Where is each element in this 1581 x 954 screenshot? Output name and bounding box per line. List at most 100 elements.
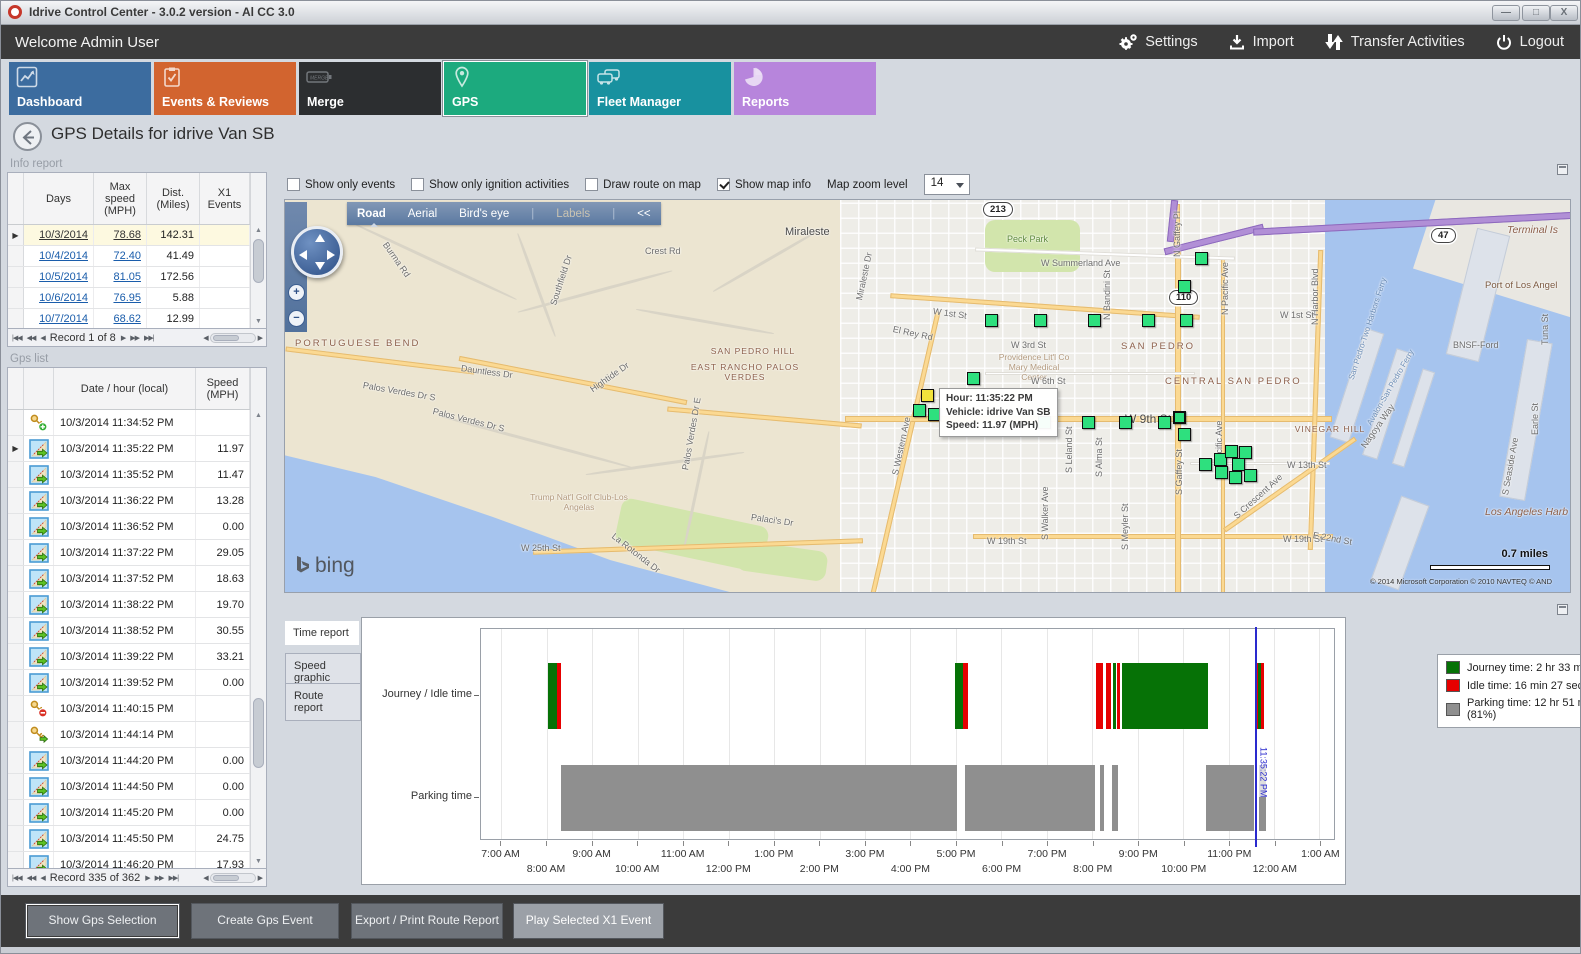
map-style-road[interactable]: Road [357, 208, 386, 220]
pager-prev-page-icon[interactable]: ◀◀ [27, 874, 36, 882]
table-row[interactable]: 10/3/2014 11:39:22 PM33.21 [8, 644, 266, 670]
table-row[interactable]: 10/7/201468.6212.99 [8, 309, 266, 329]
table-row[interactable]: 10/6/201476.955.88 [8, 288, 266, 309]
scroll-up-icon[interactable]: ▲ [251, 227, 266, 234]
topbar-action-transfer-activities[interactable]: Transfer Activities [1324, 33, 1465, 51]
max-speed-link[interactable]: 68.62 [113, 313, 141, 325]
table-row[interactable]: 10/3/2014 11:38:22 PM19.70 [8, 592, 266, 618]
map-style-birdseye[interactable]: Bird's eye [459, 208, 509, 220]
pager-last-icon[interactable]: ▶▶| [168, 874, 178, 882]
gps-marker[interactable] [1173, 411, 1186, 424]
scroll-down-icon[interactable]: ▼ [251, 858, 266, 865]
table-row[interactable]: 10/3/2014 11:37:22 PM29.05 [8, 540, 266, 566]
topbar-action-settings[interactable]: Settings [1118, 33, 1197, 51]
vertical-scrollbar[interactable]: ▲▼ [250, 173, 266, 328]
gps-marker[interactable] [1158, 416, 1171, 429]
map-pan-compass[interactable] [291, 226, 343, 278]
day-link[interactable]: 10/6/2014 [39, 292, 88, 304]
map-bar-collapse-icon[interactable]: << [637, 208, 650, 220]
table-row[interactable]: 10/3/2014 11:44:20 PM0.00 [8, 748, 266, 774]
maximize-map-panel-button[interactable] [1557, 164, 1568, 175]
table-row[interactable]: 10/3/2014 11:38:52 PM30.55 [8, 618, 266, 644]
gps-marker[interactable] [1178, 280, 1191, 293]
table-row[interactable]: 10/3/2014 11:36:22 PM13.28 [8, 488, 266, 514]
map-zoom-level-select[interactable]: 14 [924, 174, 970, 195]
pager-last-icon[interactable]: ▶▶| [144, 334, 154, 342]
gps-marker[interactable] [985, 314, 998, 327]
checkbox-checked-icon[interactable] [717, 178, 730, 191]
gps-marker[interactable] [1225, 445, 1238, 458]
pager-first-icon[interactable]: |◀◀ [12, 334, 22, 342]
gps-marker[interactable] [1199, 458, 1212, 471]
gps-marker[interactable] [1088, 314, 1101, 327]
gps-marker[interactable] [1178, 428, 1191, 441]
table-row[interactable]: 10/3/2014 11:34:52 PM [8, 410, 266, 436]
day-link[interactable]: 10/7/2014 [39, 313, 88, 325]
checkbox-icon[interactable] [411, 178, 424, 191]
nav-tile-reports[interactable]: Reports [734, 62, 876, 115]
map-zoom-out-button[interactable]: − [288, 310, 305, 327]
topbar-action-import[interactable]: Import [1228, 33, 1294, 51]
gps-list-table[interactable]: Date / hour (local)Speed (MPH)10/3/2014 … [7, 367, 267, 869]
pager-first-icon[interactable]: |◀◀ [12, 874, 22, 882]
table-row[interactable]: 10/3/2014 11:35:52 PM11.47 [8, 462, 266, 488]
hscroll-right-icon[interactable]: ▶ [258, 874, 262, 882]
gps-marker[interactable] [1195, 252, 1208, 265]
tab-route-report[interactable]: Route report [285, 683, 361, 721]
hscrollbar[interactable] [210, 873, 256, 883]
scrollbar-thumb[interactable] [253, 698, 264, 768]
nav-tile-merge[interactable]: MERGEMerge [299, 62, 441, 115]
gps-marker[interactable] [967, 372, 980, 385]
vertical-scrollbar[interactable]: ▲▼ [250, 368, 266, 868]
checkbox-show-map-info[interactable]: Show map info [717, 178, 811, 191]
info-report-table[interactable]: DaysMax speed (MPH)Dist. (Miles)X1 Event… [7, 172, 267, 329]
gps-list-pager[interactable]: |◀◀ ◀◀ ◀ Record 335 of 362 ▶ ▶▶ ▶▶| ◀▶ [7, 869, 267, 887]
max-speed-link[interactable]: 72.40 [113, 250, 141, 262]
hscroll-right-icon[interactable]: ▶ [258, 334, 262, 342]
topbar-action-logout[interactable]: Logout [1495, 33, 1564, 51]
gps-marker[interactable] [1142, 314, 1155, 327]
table-row[interactable]: 10/3/2014 11:46:20 PM17.93 [8, 852, 266, 869]
maximize-button[interactable]: □ [1522, 5, 1550, 21]
gps-marker[interactable] [1180, 314, 1193, 327]
gps-marker[interactable] [1082, 416, 1095, 429]
day-link[interactable]: 10/5/2014 [39, 271, 88, 283]
footer-button-play-selected-x1-event[interactable]: Play Selected X1 Event [513, 903, 664, 939]
day-link[interactable]: 10/3/2014 [39, 229, 88, 241]
table-row[interactable]: 10/3/2014 11:40:15 PM [8, 696, 266, 722]
table-row[interactable]: 10/3/2014 11:39:52 PM0.00 [8, 670, 266, 696]
gps-marker[interactable] [1034, 314, 1047, 327]
gps-marker[interactable] [1229, 471, 1242, 484]
checkbox-icon[interactable] [287, 178, 300, 191]
info-report-pager[interactable]: |◀◀ ◀◀ ◀ Record 1 of 8 ▶ ▶▶ ▶▶| ◀▶ [7, 329, 267, 347]
table-row[interactable]: 10/4/201472.4041.49 [8, 246, 266, 267]
gps-marker[interactable] [1215, 466, 1228, 479]
scroll-up-icon[interactable]: ▲ [251, 412, 266, 419]
map-zoom-in-button[interactable]: + [288, 284, 305, 301]
back-button[interactable] [13, 122, 42, 151]
close-button[interactable]: X [1550, 5, 1578, 21]
table-row[interactable]: 10/3/2014 11:44:50 PM0.00 [8, 774, 266, 800]
pager-prev-icon[interactable]: ◀ [40, 334, 44, 342]
maximize-chart-panel-button[interactable] [1557, 604, 1568, 615]
minimize-button[interactable]: — [1492, 5, 1520, 21]
table-row[interactable]: 10/3/2014 11:45:20 PM0.00 [8, 800, 266, 826]
pager-next-icon[interactable]: ▶ [121, 334, 125, 342]
table-row[interactable]: 10/3/2014 11:44:14 PM [8, 722, 266, 748]
checkbox-show-only-ignition-activities[interactable]: Show only ignition activities [411, 178, 569, 191]
day-link[interactable]: 10/4/2014 [39, 250, 88, 262]
max-speed-link[interactable]: 81.05 [113, 271, 141, 283]
gps-marker-selected[interactable] [921, 389, 934, 402]
table-row[interactable]: 10/3/2014 11:36:52 PM0.00 [8, 514, 266, 540]
nav-tile-gps[interactable]: GPS [444, 62, 586, 115]
bing-map[interactable]: MiralestePeck ParkW Summerland AveCrest … [284, 199, 1571, 593]
scroll-down-icon[interactable]: ▼ [251, 318, 266, 325]
nav-tile-dashboard[interactable]: Dashboard [9, 62, 151, 115]
nav-tile-events-reviews[interactable]: Events & Reviews [154, 62, 296, 115]
tab-time-report[interactable]: Time report [285, 621, 359, 645]
pager-prev-icon[interactable]: ◀ [40, 874, 44, 882]
pager-prev-page-icon[interactable]: ◀◀ [27, 334, 36, 342]
hscroll-left-icon[interactable]: ◀ [203, 334, 207, 342]
gps-marker[interactable] [1119, 416, 1132, 429]
map-style-aerial[interactable]: Aerial [408, 208, 437, 220]
